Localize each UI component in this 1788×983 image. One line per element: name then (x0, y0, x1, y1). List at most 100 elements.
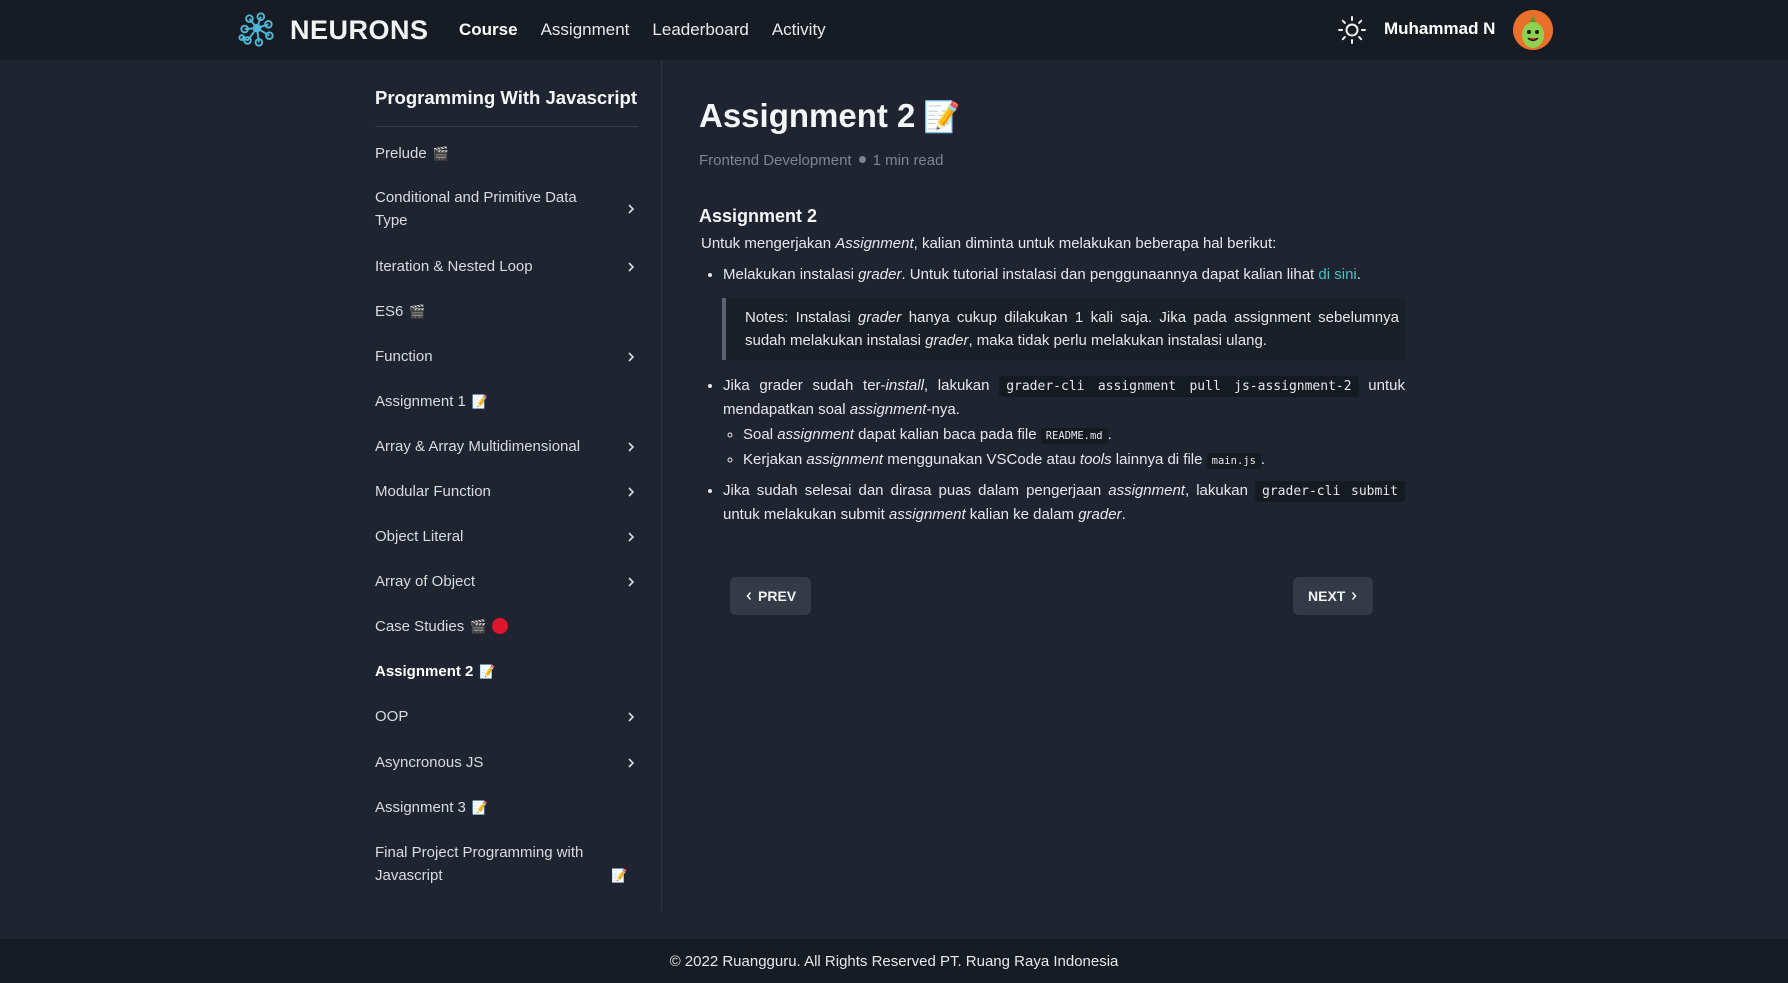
clapper-icon: 🎬 (470, 620, 487, 635)
sidebar-item-label: Array & Array Multidimensional (375, 438, 581, 455)
sidebar-item-case-studies[interactable]: Case Studies 🎬 (375, 615, 637, 639)
text: assignment (806, 451, 884, 468)
text: . (1260, 451, 1266, 468)
nav-assignment[interactable]: Assignment (541, 20, 630, 40)
next-button[interactable]: NEXT (1293, 577, 1374, 615)
top-navbar: NEURONS Course Assignment Leaderboard Ac… (0, 0, 1788, 60)
page-title-text: Assignment 2 (699, 97, 916, 134)
sidebar-item-label: Modular Function (375, 483, 491, 500)
sidebar-item-oop[interactable]: OOP (375, 705, 637, 728)
memo-icon: 📝 (471, 395, 489, 410)
sidebar-item-label: Final Project Programming with Javascrip… (375, 844, 584, 884)
instruction-list: Melakukan instalasi grader. Untuk tutori… (699, 263, 1405, 286)
neurons-logo-icon (238, 12, 274, 47)
section-heading: Assignment 2 (699, 206, 818, 226)
text: assignment (849, 401, 927, 418)
read-time: 1 min read (872, 152, 944, 169)
prev-button[interactable]: PREV (730, 577, 812, 615)
article-body: Assignment 2 Untuk mengerjakan Assignmen… (699, 205, 1405, 532)
intro-paragraph: Untuk mengerjakan Assignment, kalian dim… (699, 232, 1405, 255)
sidebar-item-assignment-2[interactable]: Assignment 2 📝 (375, 660, 637, 684)
nav-course[interactable]: Course (459, 20, 518, 40)
sidebar-divider (661, 60, 662, 910)
prev-label: PREV (758, 588, 797, 604)
nav-activity[interactable]: Activity (772, 20, 826, 40)
list-item: Jika sudah selesai dan dirasa puas dalam… (723, 479, 1405, 526)
text: kalian ke dalam (965, 506, 1079, 523)
text: lainnya di file (1111, 451, 1207, 468)
text: grader (858, 309, 902, 326)
sidebar-item-modular-function[interactable]: Modular Function (375, 480, 637, 503)
sidebar-item-label: Iteration & Nested Loop (375, 258, 533, 275)
course-title: Programming With Javascript (375, 87, 637, 108)
chevron-right-icon[interactable] (625, 755, 637, 771)
sidebar-item-assignment-3[interactable]: Assignment 3 📝 (375, 796, 637, 820)
memo-icon: 📝 (479, 665, 496, 680)
tutorial-link[interactable]: di sini (1318, 266, 1356, 283)
text: , maka tidak perlu melakukan instalasi u… (968, 332, 1267, 349)
chevron-right-icon[interactable] (625, 484, 637, 500)
sidebar-item-iteration[interactable]: Iteration & Nested Loop (375, 255, 637, 278)
text: Jika sudah selesai dan dirasa puas dalam… (723, 482, 1109, 499)
filename-code: main.js (1206, 453, 1261, 469)
sidebar-item-final-project[interactable]: Final Project Programming with Javascrip… (375, 841, 637, 888)
sidebar-item-label: Array of Object (375, 573, 476, 590)
text: Untuk mengerjakan (701, 235, 836, 252)
main-nav: Course Assignment Leaderboard Activity (459, 0, 849, 60)
chevron-right-icon[interactable] (625, 574, 637, 590)
chevron-right-icon[interactable] (625, 439, 637, 455)
nav-leaderboard[interactable]: Leaderboard (652, 20, 748, 40)
sidebar-item-label: Assignment 3 (375, 799, 466, 816)
article-meta: Frontend Development 1 min read (699, 152, 943, 169)
user-name[interactable]: Muhammad N (1384, 19, 1495, 39)
text: -nya. (926, 401, 960, 418)
text: . (1356, 266, 1361, 283)
sidebar-item-array-of-object[interactable]: Array of Object (375, 570, 637, 593)
divider (375, 126, 638, 127)
chevron-right-icon[interactable] (625, 349, 637, 365)
text: Soal (743, 426, 778, 443)
avatar[interactable] (1513, 10, 1553, 50)
brand[interactable]: NEURONS (238, 10, 429, 50)
chevron-right-icon[interactable] (625, 201, 637, 217)
text: grader (925, 332, 969, 349)
text: , kalian diminta untuk melakukan beberap… (913, 235, 1277, 252)
sun-icon[interactable] (1337, 15, 1367, 45)
list-item: Kerjakan assignment menggunakan VSCode a… (743, 448, 1405, 473)
sidebar-item-array[interactable]: Array & Array Multidimensional (375, 435, 637, 458)
text: grader (1078, 506, 1122, 523)
copyright-text: © 2022 Ruangguru. All Rights Reserved PT… (669, 952, 1119, 970)
sidebar-item-object-literal[interactable]: Object Literal (375, 525, 637, 548)
chevron-right-icon[interactable] (625, 259, 637, 275)
sidebar-item-assignment-1[interactable]: Assignment 1 📝 (375, 390, 637, 414)
sidebar-item-es6[interactable]: ES6 🎬 (375, 300, 637, 324)
text: , lakukan (1184, 482, 1256, 499)
sidebar-item-label: ES6 (375, 303, 404, 320)
memo-icon: 📝 (923, 100, 961, 135)
sidebar-item-async-js[interactable]: Asyncronous JS (375, 751, 637, 774)
sidebar-item-prelude[interactable]: Prelude 🎬 (375, 142, 637, 166)
instruction-list: Jika grader sudah ter-install, lakukan g… (699, 374, 1405, 526)
text: menggunakan VSCode atau (883, 451, 1080, 468)
sidebar-item-function[interactable]: Function (375, 345, 637, 368)
separator-dot (858, 156, 866, 163)
text: dapat kalian baca pada file (853, 426, 1041, 443)
command-code: grader-cli submit (1255, 481, 1405, 502)
category-label: Frontend Development (699, 152, 852, 169)
course-sidebar: Programming With Javascript Prelude 🎬 Con… (375, 60, 662, 910)
notes-blockquote: Notes: Instalasi grader hanya cukup dila… (722, 298, 1405, 360)
text: Notes: Instalasi (745, 309, 859, 326)
text: , lakukan (923, 377, 1000, 394)
text: grader (858, 266, 902, 283)
status-dot-icon (492, 618, 509, 634)
sidebar-item-label: Object Literal (375, 528, 464, 545)
chevron-right-icon[interactable] (625, 709, 637, 725)
chevron-right-icon (1352, 592, 1357, 600)
brand-name: NEURONS (290, 14, 429, 45)
text: Assignment (835, 235, 914, 252)
chevron-right-icon[interactable] (625, 529, 637, 545)
text: tools (1079, 451, 1112, 468)
memo-icon: 📝 (611, 869, 628, 884)
sidebar-item-label: Assignment 2 (375, 663, 474, 680)
sidebar-item-conditional[interactable]: Conditional and Primitive Data Type (375, 186, 637, 232)
